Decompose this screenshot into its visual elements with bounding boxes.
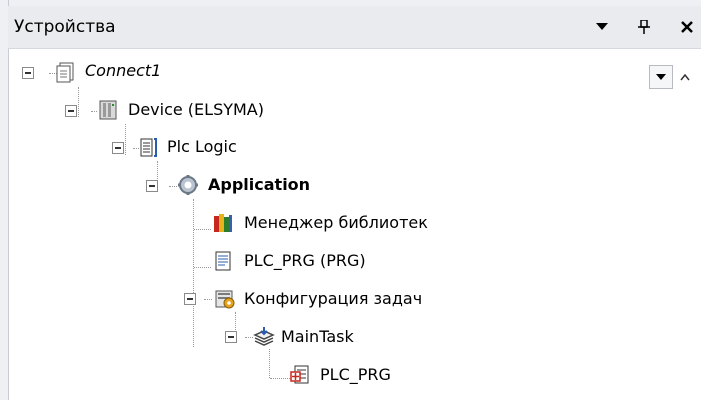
tree-connector (193, 199, 194, 347)
tree-connector (169, 186, 177, 187)
chevron-up-icon (680, 73, 690, 80)
panel-title: Устройства (14, 17, 116, 37)
tree-item-library-manager[interactable]: Менеджер библиотек (244, 213, 428, 232)
tree-item-plc-logic[interactable]: Plc Logic (167, 137, 237, 156)
devices-tree: Connect1 Device (ELSYMA) Plc Logic Appli… (9, 49, 701, 400)
tree-item-application[interactable]: Application (208, 175, 310, 194)
tree-connector (194, 229, 211, 230)
plc-logic-icon (140, 138, 157, 157)
tree-connector (78, 87, 79, 117)
collapse-toggle[interactable] (225, 331, 237, 343)
collapse-toggle[interactable] (22, 67, 34, 79)
tree-item-device[interactable]: Device (ELSYMA) (128, 100, 264, 119)
tree-connector (270, 378, 290, 379)
program-document-icon (215, 251, 231, 271)
plc-device-icon (99, 100, 117, 120)
tree-item-task-config[interactable]: Конфигурация задач (244, 289, 422, 308)
panel-menu-button[interactable] (591, 16, 613, 38)
tree-item-plc-prg-call[interactable]: PLC_PRG (320, 365, 391, 384)
library-books-icon (214, 214, 232, 232)
tree-connector (194, 267, 211, 268)
collapse-toggle[interactable] (146, 180, 158, 192)
tree-connector (125, 124, 126, 155)
tree-connector (245, 337, 253, 338)
window-frame-left (0, 0, 9, 400)
document-icon (56, 62, 74, 83)
panel-titlebar: Устройства (8, 6, 701, 49)
close-button[interactable] (676, 16, 698, 38)
collapse-toggle[interactable] (112, 142, 124, 154)
tree-connector (204, 299, 212, 300)
chevron-down-icon (656, 74, 666, 80)
task-config-icon (215, 290, 235, 309)
scroll-up-button[interactable] (673, 65, 697, 89)
collapse-toggle[interactable] (184, 293, 196, 305)
collapse-toggle[interactable] (65, 105, 77, 117)
program-call-icon (290, 365, 309, 384)
tree-connector (269, 349, 270, 378)
tree-item-maintask[interactable]: MainTask (281, 327, 354, 346)
tree-item-plc-prg[interactable]: PLC_PRG (PRG) (244, 251, 366, 270)
pin-button[interactable] (633, 16, 655, 38)
pin-icon (638, 20, 650, 34)
chevron-down-icon (596, 23, 608, 30)
gear-icon (178, 175, 198, 195)
tree-item-connect1[interactable]: Connect1 (85, 61, 161, 80)
close-icon (681, 21, 693, 33)
scroll-down-button[interactable] (649, 65, 673, 89)
task-stack-icon (253, 327, 275, 346)
